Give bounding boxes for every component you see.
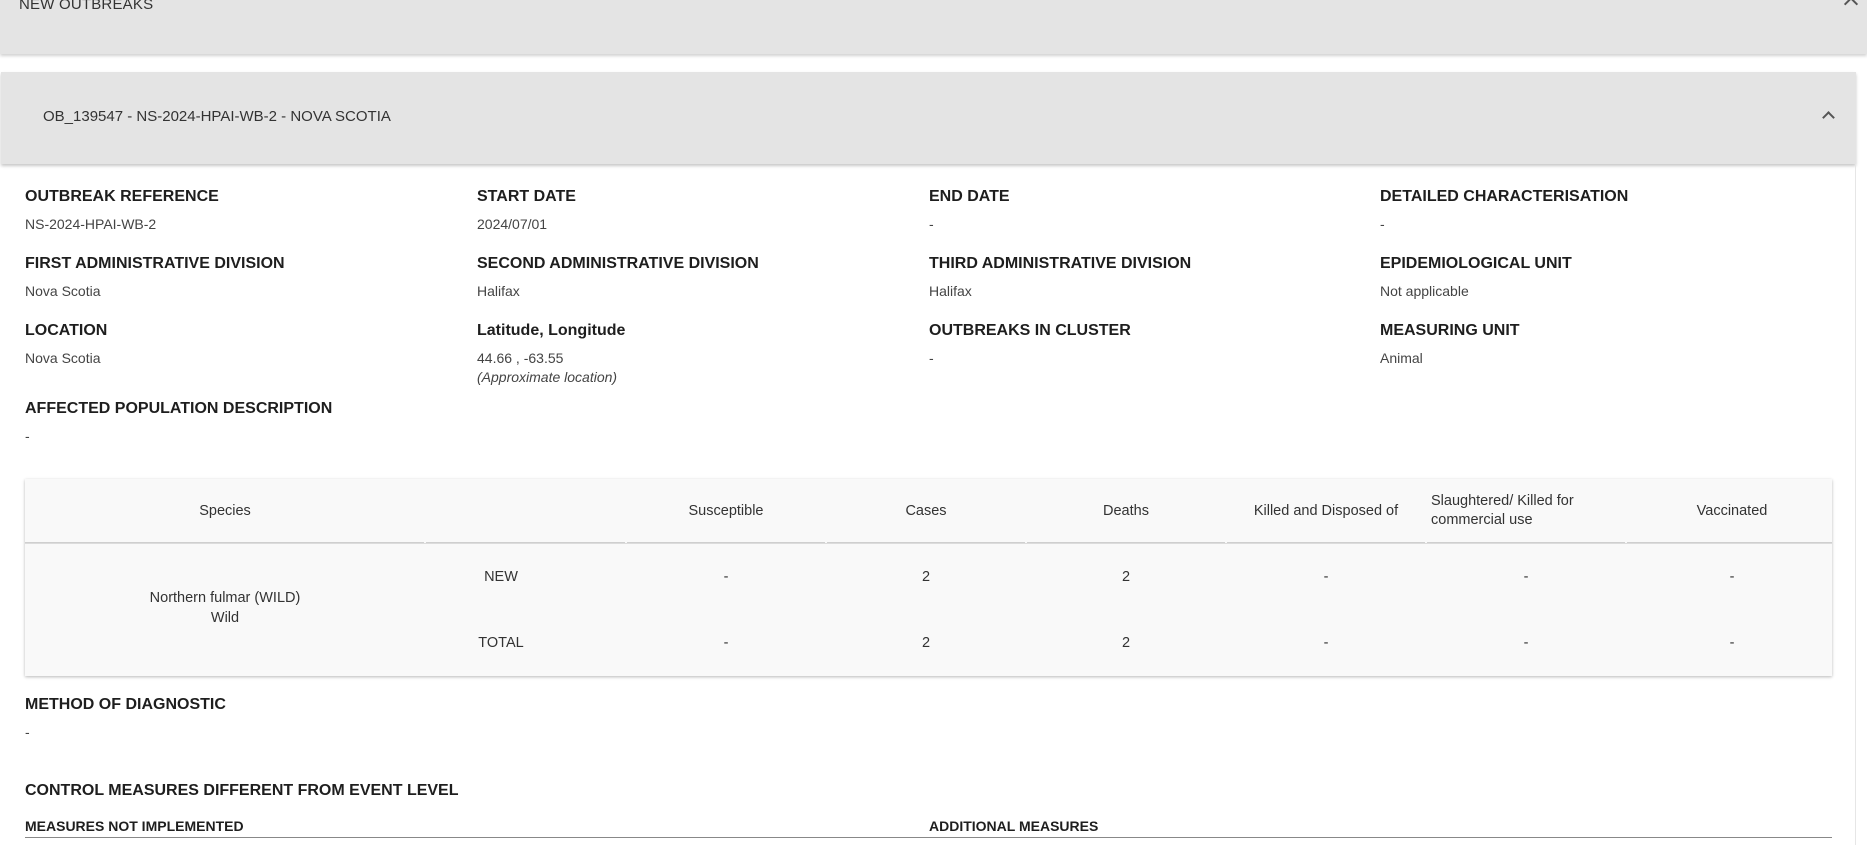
field-value: Halifax <box>929 283 972 299</box>
outbreak-panel-header[interactable]: OB_139547 - NS-2024-HPAI-WB-2 - NOVA SCO… <box>1 72 1856 164</box>
field-label: FIRST ADMINISTRATIVE DIVISION <box>25 255 285 272</box>
column-divider <box>827 542 1025 543</box>
column-divider <box>1427 542 1625 543</box>
field-value: - <box>929 216 934 232</box>
row-label-new: NEW <box>484 569 518 585</box>
header-deaths: Deaths <box>1103 503 1149 519</box>
column-divider <box>25 542 424 543</box>
field-label: SECOND ADMINISTRATIVE DIVISION <box>477 255 759 272</box>
field-value: Not applicable <box>1380 283 1469 299</box>
field-value: - <box>25 428 30 444</box>
approximate-location-note: (Approximate location) <box>477 369 618 385</box>
field-measuring-unit: MEASURING UNIT Animal <box>1380 322 1520 366</box>
chevron-up-icon[interactable] <box>1843 0 1859 12</box>
cell-killed-disposed: - <box>1323 569 1329 585</box>
field-second-admin-division: SECOND ADMINISTRATIVE DIVISION Halifax <box>477 255 759 299</box>
header-cases: Cases <box>905 503 947 519</box>
cell-deaths: 2 <box>1121 569 1131 585</box>
cell-killed-disposed: - <box>1323 635 1329 651</box>
field-value: 44.66 , -63.55 <box>477 350 564 366</box>
species-type: Wild <box>210 610 240 626</box>
cell-cases: 2 <box>921 569 931 585</box>
field-value: 2024/07/01 <box>477 216 548 232</box>
field-value: NS-2024-HPAI-WB-2 <box>25 216 157 232</box>
field-affected-population: AFFECTED POPULATION DESCRIPTION - <box>25 400 332 444</box>
cell-susceptible: - <box>723 569 729 585</box>
field-label: METHOD OF DIAGNOSTIC <box>25 696 226 713</box>
column-divider <box>1627 542 1832 543</box>
field-value: Animal <box>1380 350 1423 366</box>
field-label: EPIDEMIOLOGICAL UNIT <box>1380 255 1572 272</box>
species-table: Species Susceptible Cases Deaths Killed … <box>25 479 1832 676</box>
field-label: OUTBREAKS IN CLUSTER <box>929 322 1131 339</box>
field-end-date: END DATE - <box>929 188 1010 232</box>
column-divider <box>627 542 825 543</box>
field-label: OUTBREAK REFERENCE <box>25 188 219 205</box>
cell-deaths: 2 <box>1121 635 1131 651</box>
field-location: LOCATION Nova Scotia <box>25 322 107 366</box>
cell-vaccinated: - <box>1729 635 1735 651</box>
field-label: END DATE <box>929 188 1010 205</box>
field-epidemiological-unit: EPIDEMIOLOGICAL UNIT Not applicable <box>1380 255 1572 299</box>
field-third-admin-division: THIRD ADMINISTRATIVE DIVISION Halifax <box>929 255 1191 299</box>
species-name: Northern fulmar (WILD) <box>149 590 301 606</box>
column-divider <box>426 542 625 543</box>
row-label-total: TOTAL <box>478 635 524 651</box>
field-label: Latitude, Longitude <box>477 322 626 339</box>
header-killed-disposed: Killed and Disposed of <box>1253 503 1399 519</box>
field-value: - <box>25 724 30 740</box>
field-value: Halifax <box>477 283 520 299</box>
field-outbreaks-in-cluster: OUTBREAKS IN CLUSTER - <box>929 322 1131 366</box>
field-value: - <box>929 350 934 366</box>
outbreak-title: OB_139547 - NS-2024-HPAI-WB-2 - NOVA SCO… <box>43 108 391 125</box>
additional-measures-label: ADDITIONAL MEASURES <box>929 818 1099 834</box>
header-susceptible: Susceptible <box>688 503 764 519</box>
section-title: NEW OUTBREAKS <box>19 0 154 13</box>
field-label: AFFECTED POPULATION DESCRIPTION <box>25 400 333 417</box>
field-outbreak-reference: OUTBREAK REFERENCE NS-2024-HPAI-WB-2 <box>25 188 219 232</box>
field-label: LOCATION <box>25 322 108 339</box>
field-detailed-characterisation: DETAILED CHARACTERISATION - <box>1380 188 1628 232</box>
field-method-of-diagnostic: METHOD OF DIAGNOSTIC - <box>25 696 226 740</box>
cell-vaccinated: - <box>1729 569 1735 585</box>
control-measures-section: CONTROL MEASURES DIFFERENT FROM EVENT LE… <box>25 782 459 800</box>
cell-slaughtered: - <box>1523 635 1529 651</box>
field-start-date: START DATE 2024/07/01 <box>477 188 576 232</box>
cell-susceptible: - <box>723 635 729 651</box>
cell-cases: 2 <box>921 635 931 651</box>
field-label: MEASURING UNIT <box>1380 322 1520 339</box>
control-measures-title: CONTROL MEASURES DIFFERENT FROM EVENT LE… <box>25 782 459 799</box>
cell-slaughtered: - <box>1523 569 1529 585</box>
header-slaughtered: Slaughtered/ Killed for commercial use <box>1431 493 1574 528</box>
measures-not-implemented-label: MEASURES NOT IMPLEMENTED <box>25 818 244 834</box>
header-divider <box>25 543 1832 544</box>
field-first-admin-division: FIRST ADMINISTRATIVE DIVISION Nova Scoti… <box>25 255 285 299</box>
field-value: - <box>1380 216 1385 232</box>
chevron-up-icon[interactable] <box>1822 111 1835 124</box>
header-vaccinated: Vaccinated <box>1696 503 1768 519</box>
field-value: Nova Scotia <box>25 283 101 299</box>
new-outbreaks-section-header[interactable]: NEW OUTBREAKS <box>0 0 1867 54</box>
field-value: Nova Scotia <box>25 350 101 366</box>
field-lat-long: Latitude, Longitude 44.66 , -63.55 (Appr… <box>477 322 625 385</box>
header-species: Species <box>199 503 251 519</box>
column-divider <box>1227 542 1425 543</box>
column-divider <box>1027 542 1225 543</box>
measures-divider <box>25 837 1832 838</box>
field-label: DETAILED CHARACTERISATION <box>1380 188 1629 205</box>
field-label: THIRD ADMINISTRATIVE DIVISION <box>929 255 1192 272</box>
field-label: START DATE <box>477 188 576 205</box>
